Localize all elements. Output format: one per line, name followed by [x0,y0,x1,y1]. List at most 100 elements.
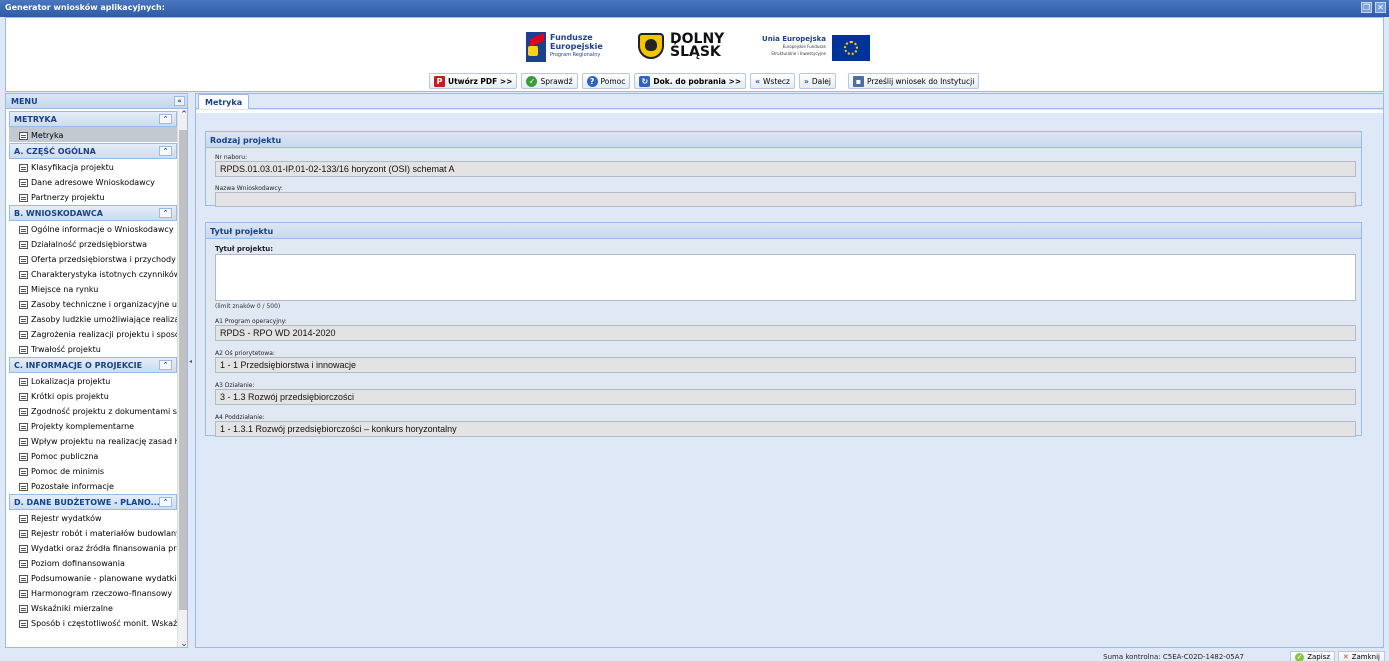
window-titlebar: Generator wniosków aplikacyjnych: ❐ ✕ [0,0,1389,17]
tytul-projektu-label: Tytuł projektu: [215,245,274,253]
form-icon [19,240,28,249]
section-collapse-icon[interactable]: ⌃ [159,146,172,156]
check-button[interactable]: ✓ Sprawdź [521,73,578,89]
fundusze-europejskie-logo: Fundusze Europejskie Program Regionalny [526,30,636,66]
form-icon [19,300,28,309]
tab-bar: Metryka [196,94,1383,109]
next-button[interactable]: » Dalej [798,73,836,89]
os-priorytetowa-label: A2 Oś priorytetowa: [215,350,275,357]
menu-item[interactable]: Pozostałe informacje [9,478,177,493]
window-title: Generator wniosków aplikacyjnych: [5,3,165,12]
documents-download-button[interactable]: ↻ Dok. do pobrania >> [634,73,747,89]
section-collapse-icon[interactable]: ⌃ [159,208,172,218]
menu-item[interactable]: Trwałość projektu [9,341,177,356]
checksum-text: Suma kontrolna: C5EA-C02D-1482-05A7 [1103,653,1244,661]
menu-section-wnioskodawca[interactable]: B. WNIOSKODAWCA ⌃ [9,205,177,221]
form-icon [19,407,28,416]
section-collapse-icon[interactable]: ⌃ [159,360,172,370]
main-panel: Metryka Rodzaj projektu Nr naboru: RPDS.… [195,93,1384,648]
menu-item[interactable]: Wydatki oraz źródła finansowania proj [9,540,177,555]
form-icon [19,285,28,294]
section-collapse-icon[interactable]: ⌃ [159,114,172,124]
collapse-menu-button[interactable]: « [174,96,185,106]
menu-item[interactable]: Harmonogram rzeczowo-finansowy [9,585,177,600]
form-icon [19,255,28,264]
menu-item[interactable]: Rejestr wydatków [9,510,177,525]
save-check-icon: ✓ [1295,652,1305,661]
menu-item[interactable]: Wpływ projektu na realizację zasad ho [9,433,177,448]
menu-item[interactable]: Charakterystyka istotnych czynników k [9,266,177,281]
menu-item[interactable]: Rejestr robót i materiałów budowlanyc [9,525,177,540]
scrollbar-thumb[interactable] [179,130,187,610]
save-button[interactable]: ✓ Zapisz [1290,651,1335,661]
pdf-icon: P [434,75,445,87]
menu-item[interactable]: Zagrożenia realizacji projektu i sposob [9,326,177,341]
nazwa-wnioskodawcy-field [215,192,1356,207]
dolny-slask-logo: DOLNY ŚLĄSK [638,30,738,66]
panel-splitter[interactable]: ◂ [188,93,195,648]
menu-item[interactable]: Projekty komplementarne [9,418,177,433]
menu-section-dane-budzetowe[interactable]: D. DANE BUDŻETOWE - PLANO... ⌃ [9,494,177,510]
scroll-up-icon[interactable]: ⌃ [178,110,187,120]
menu-item[interactable]: Partnerzy projektu [9,189,177,204]
menu-item[interactable]: Zasoby techniczne i organizacyjne umo [9,296,177,311]
scroll-down-icon[interactable]: ⌄ [178,639,187,647]
menu-item[interactable]: Sposób i częstotliwość monit. Wskaźni [9,615,177,630]
status-bar: Suma kontrolna: C5EA-C02D-1482-05A7 ✓ Za… [0,648,1389,661]
form-icon [19,514,28,523]
menu-item[interactable]: Pomoc de minimis [9,463,177,478]
tab-content: Rodzaj projektu Nr naboru: RPDS.01.03.01… [196,110,1383,647]
dzialanie-field: 3 - 1.3 Rozwój przedsiębiorczości [215,389,1356,405]
menu-section-informacje-o-projekcie[interactable]: C. INFORMACJE O PROJEKCIE ⌃ [9,357,177,373]
menu-item[interactable]: Ogólne informacje o Wnioskodawcy [9,221,177,236]
download-icon: ↻ [639,75,651,87]
header: Fundusze Europejskie Program Regionalny … [5,17,1384,92]
form-icon [19,437,28,446]
back-button[interactable]: « Wstecz [750,73,795,89]
menu-item[interactable]: Krótki opis projektu [9,388,177,403]
form-icon [19,422,28,431]
menu-section-metryka[interactable]: METRYKA ⌃ [9,111,177,127]
panel-tytul-projektu: Tytuł projektu Tytuł projektu: (limit zn… [205,222,1362,437]
close-x-icon: ✕ [1342,653,1349,661]
close-window-button[interactable]: ✕ [1375,2,1386,13]
poddzialanie-label: A4 Poddziałanie: [215,414,265,421]
nr-naboru-field: RPDS.01.03.01-IP.01-02-133/16 horyzont (… [215,161,1356,177]
menu-item[interactable]: Podsumowanie - planowane wydatki w [9,570,177,585]
menu-item[interactable]: Oferta przedsiębiorstwa i przychody z [9,251,177,266]
menu-item[interactable]: Zasoby ludzkie umożliwiające realizacj [9,311,177,326]
menu-section-czesc-ogolna[interactable]: A. CZĘŚĆ OGÓLNA ⌃ [9,143,177,159]
section-collapse-icon[interactable]: ⌃ [159,497,172,507]
char-limit-hint: (limit znaków 0 / 500) [215,303,281,310]
form-icon [19,330,28,339]
restore-window-button[interactable]: ❐ [1361,2,1372,13]
menu-item[interactable]: Pomoc publiczna [9,448,177,463]
form-icon [19,377,28,386]
program-operacyjny-label: A1 Program operacyjny: [215,318,287,325]
menu-item[interactable]: Zgodność projektu z dokumentami stra [9,403,177,418]
collapse-arrow-icon: ◂ [189,358,193,365]
menu-item[interactable]: Wskaźniki mierzalne [9,600,177,615]
check-icon: ✓ [526,75,538,87]
form-icon [19,163,28,172]
tytul-projektu-textarea[interactable] [215,254,1356,301]
form-icon [19,270,28,279]
menu-item[interactable]: Dane adresowe Wnioskodawcy [9,174,177,189]
help-button[interactable]: ? Pomoc [581,73,631,89]
form-icon [19,619,28,628]
tab-metryka[interactable]: Metryka [198,94,250,109]
send-application-button[interactable]: ▪ Prześlij wniosek do Instytucji [847,73,980,89]
form-icon [19,574,28,583]
create-pdf-button[interactable]: P Utwórz PDF >> [429,73,518,89]
close-button[interactable]: ✕ Zamknij [1337,651,1385,661]
logo-strip: Fundusze Europejskie Program Regionalny … [526,30,871,66]
menu-item[interactable]: Lokalizacja projektu [9,373,177,388]
menu-item[interactable]: Działalność przedsiębiorstwa [9,236,177,251]
poddzialanie-field: 1 - 1.3.1 Rozwój przedsiębiorczości – ko… [215,421,1356,437]
menu-item[interactable]: Poziom dofinansowania [9,555,177,570]
menu-scrollbar[interactable]: ⌃ ⌄ [177,110,187,647]
menu-item[interactable]: Klasyfikacja projektu [9,159,177,174]
menu-item[interactable]: Miejsce na rynku [9,281,177,296]
menu-item-metryka[interactable]: Metryka [9,127,177,142]
form-icon [19,315,28,324]
